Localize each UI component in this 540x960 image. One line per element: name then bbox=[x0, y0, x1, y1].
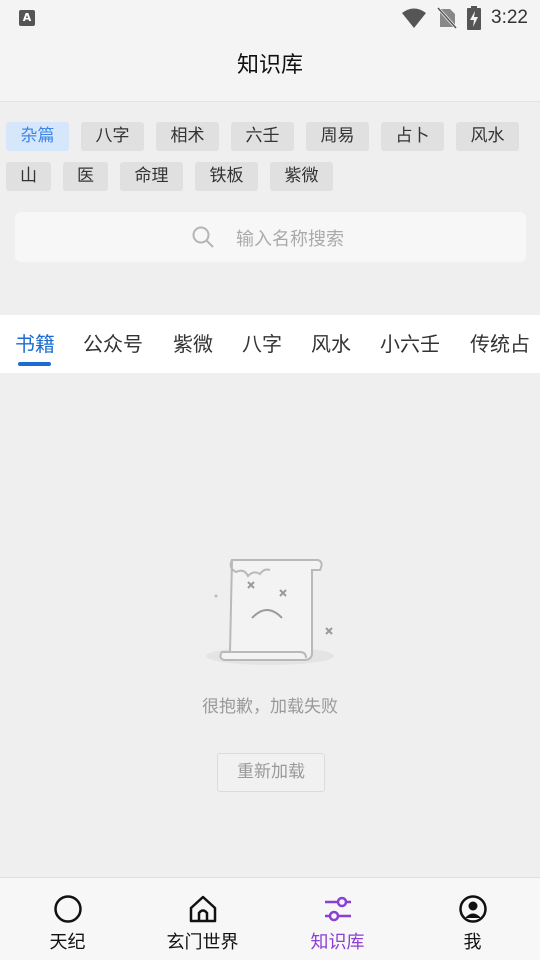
chip-zhanbu[interactable]: 占卜 bbox=[381, 122, 444, 151]
title-bar: 知识库 bbox=[0, 36, 540, 102]
chip-zhouyi[interactable]: 周易 bbox=[306, 122, 369, 151]
nav-label: 天纪 bbox=[49, 932, 86, 953]
tab-fengshui[interactable]: 风水 bbox=[311, 328, 351, 357]
chip-zapian[interactable]: 杂篇 bbox=[6, 122, 69, 151]
nav-label: 我 bbox=[463, 932, 482, 953]
nav-label: 知识库 bbox=[310, 932, 365, 953]
circle-icon bbox=[53, 895, 82, 923]
status-icons: 3:22 bbox=[401, 6, 528, 30]
search-icon bbox=[192, 226, 214, 248]
load-failed-illustration bbox=[206, 559, 334, 665]
page-title: 知识库 bbox=[236, 53, 303, 78]
nav-label: 玄门世界 bbox=[166, 932, 239, 953]
chip-yi[interactable]: 医 bbox=[63, 162, 108, 191]
chip-ziwei[interactable]: 紫微 bbox=[270, 162, 333, 191]
bottom-nav: 天纪 玄门世界 知识库 我 bbox=[0, 877, 540, 960]
chip-xiangshu[interactable]: 相术 bbox=[156, 122, 219, 151]
tab-active-indicator bbox=[18, 362, 51, 366]
tab-traditional-divination[interactable]: 传统占 bbox=[470, 328, 530, 357]
nav-item-me[interactable]: 我 bbox=[405, 878, 540, 960]
reload-button[interactable]: 重新加载 bbox=[217, 753, 325, 792]
tab-bar: 书籍 公众号 紫微 八字 风水 小六壬 传统占 bbox=[0, 315, 540, 373]
chip-bazi[interactable]: 八字 bbox=[81, 122, 144, 151]
chip-liuren[interactable]: 六壬 bbox=[231, 122, 294, 151]
sliders-icon bbox=[324, 896, 351, 922]
wifi-icon bbox=[402, 8, 427, 28]
tab-official-accounts[interactable]: 公众号 bbox=[83, 328, 143, 357]
nav-item-tianji[interactable]: 天纪 bbox=[0, 878, 135, 960]
chip-mingli[interactable]: 命理 bbox=[120, 162, 183, 191]
tab-books[interactable]: 书籍 bbox=[15, 328, 55, 357]
user-icon bbox=[458, 895, 487, 923]
nav-item-xuanmen-world[interactable]: 玄门世界 bbox=[135, 878, 270, 960]
tab-xiaoliuren[interactable]: 小六壬 bbox=[380, 328, 440, 357]
tab-ziwei[interactable]: 紫微 bbox=[173, 328, 213, 357]
chip-shan[interactable]: 山 bbox=[6, 162, 51, 191]
app-notification-icon: A bbox=[19, 10, 35, 26]
search-input[interactable]: 输入名称搜索 bbox=[15, 212, 526, 262]
battery-charging-icon bbox=[467, 6, 482, 30]
clock: 3:22 bbox=[491, 7, 528, 28]
search-placeholder: 输入名称搜索 bbox=[236, 229, 344, 250]
status-bar: A 3:22 bbox=[0, 0, 540, 36]
chip-tieban[interactable]: 铁板 bbox=[195, 162, 258, 191]
home-icon bbox=[189, 895, 216, 923]
error-message: 很抱歉，加载失败 bbox=[202, 697, 338, 717]
nav-item-knowledge-base[interactable]: 知识库 bbox=[270, 878, 405, 960]
tab-bazi[interactable]: 八字 bbox=[242, 328, 282, 357]
no-sim-icon bbox=[437, 7, 458, 29]
chip-fengshui[interactable]: 风水 bbox=[456, 122, 519, 151]
